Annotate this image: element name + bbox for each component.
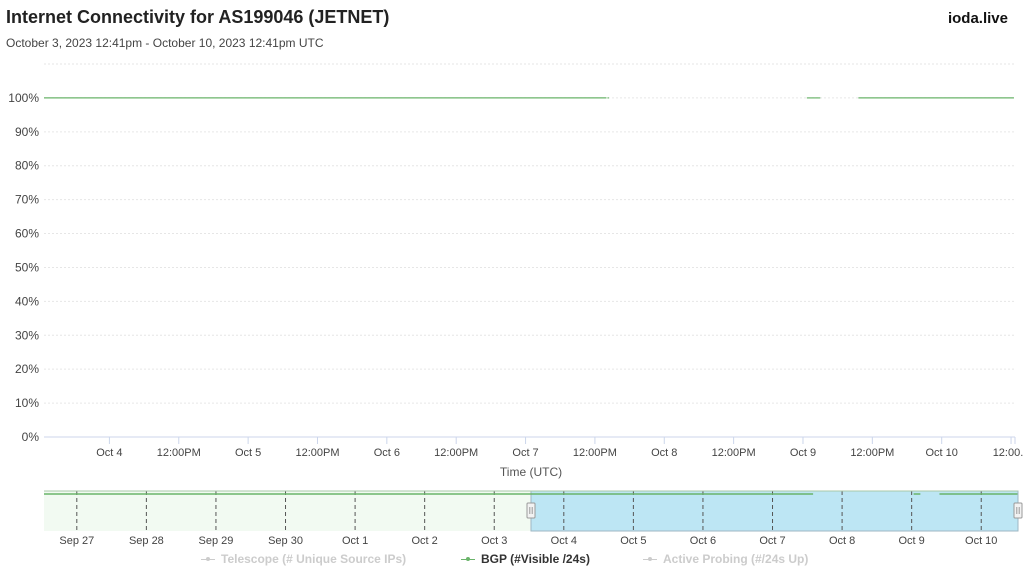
navigator-tick-label: Oct 3 bbox=[481, 535, 507, 547]
x-tick-label: Oct 7 bbox=[512, 447, 538, 459]
navigator-tick-label: Oct 5 bbox=[620, 535, 646, 547]
x-tick-label: 12:00PM bbox=[850, 447, 894, 459]
legend-item-bgp[interactable]: BGP (#Visible /24s) bbox=[461, 552, 590, 566]
legend-item-telescope[interactable]: Telescope (# Unique Source IPs) bbox=[201, 552, 406, 566]
navigator-tick-label: Oct 6 bbox=[690, 535, 716, 547]
x-tick-label: Oct 4 bbox=[96, 447, 122, 459]
navigator-tick-label: Sep 28 bbox=[129, 535, 164, 547]
navigator-tick-label: Sep 30 bbox=[268, 535, 303, 547]
x-tick-label: Oct 6 bbox=[374, 447, 400, 459]
x-tick-label: Oct 5 bbox=[235, 447, 261, 459]
x-tick-label: 12:00... bbox=[993, 447, 1024, 459]
x-tick-label: Oct 8 bbox=[651, 447, 677, 459]
legend-active-probing-marker-icon bbox=[643, 557, 657, 561]
navigator-tick-label: Oct 10 bbox=[965, 535, 997, 547]
navigator-tick-label: Sep 29 bbox=[199, 535, 234, 547]
y-tick-label: 100% bbox=[8, 91, 39, 105]
x-axis-title: Time (UTC) bbox=[500, 465, 562, 479]
navigator-tick-label: Sep 27 bbox=[59, 535, 94, 547]
handle-grip-icon[interactable] bbox=[526, 502, 536, 519]
navigator-tick-label: Oct 9 bbox=[899, 535, 925, 547]
navigator-tick-label: Oct 1 bbox=[342, 535, 368, 547]
x-tick-label: 12:00PM bbox=[712, 447, 756, 459]
navigator-tick-label: Oct 4 bbox=[551, 535, 577, 547]
navigator-selected-range[interactable] bbox=[530, 490, 1019, 532]
x-tick-label: 12:00PM bbox=[573, 447, 617, 459]
handle-grip-icon[interactable] bbox=[1013, 502, 1023, 519]
legend-telescope-marker-icon bbox=[201, 557, 215, 561]
legend-active-probing-label: Active Probing (#/24s Up) bbox=[663, 552, 809, 566]
main-chart: 0% 10% 20% 30% 40% 50% 60% 70% 80% 90% 100% Oct 4 1… bbox=[8, 63, 1024, 547]
navigator-tick-label: Oct 8 bbox=[829, 535, 855, 547]
x-tick-label: 12:00PM bbox=[434, 447, 478, 459]
x-tick-label: Oct 9 bbox=[790, 447, 816, 459]
x-tick-label: Oct 10 bbox=[925, 447, 957, 459]
y-tick-label: 20% bbox=[15, 362, 39, 376]
navigator-tick-label: Oct 2 bbox=[412, 535, 438, 547]
navigator-left-handle[interactable] bbox=[526, 502, 536, 519]
legend-telescope-label: Telescope (# Unique Source IPs) bbox=[221, 552, 407, 566]
x-tick-label: 12:00PM bbox=[157, 447, 201, 459]
y-tick-label: 10% bbox=[15, 396, 39, 410]
y-tick-label: 70% bbox=[15, 193, 39, 207]
y-tick-label: 60% bbox=[15, 227, 39, 241]
x-tick-label: 12:00PM bbox=[295, 447, 339, 459]
y-tick-label: 80% bbox=[15, 159, 39, 173]
navigator-tick-label: Oct 7 bbox=[759, 535, 785, 547]
y-tick-label: 30% bbox=[15, 328, 39, 342]
legend: Telescope (# Unique Source IPs) BGP (#Vi… bbox=[0, 552, 1024, 570]
y-tick-label: 50% bbox=[15, 260, 39, 274]
legend-item-active-probing[interactable]: Active Probing (#/24s Up) bbox=[643, 552, 808, 566]
y-tick-label: 0% bbox=[22, 430, 40, 444]
legend-bgp-label: BGP (#Visible /24s) bbox=[481, 552, 590, 566]
y-tick-label: 40% bbox=[15, 294, 39, 308]
y-tick-label: 90% bbox=[15, 125, 39, 139]
legend-bgp-marker-icon bbox=[461, 557, 475, 561]
navigator-right-handle[interactable] bbox=[1013, 502, 1023, 519]
